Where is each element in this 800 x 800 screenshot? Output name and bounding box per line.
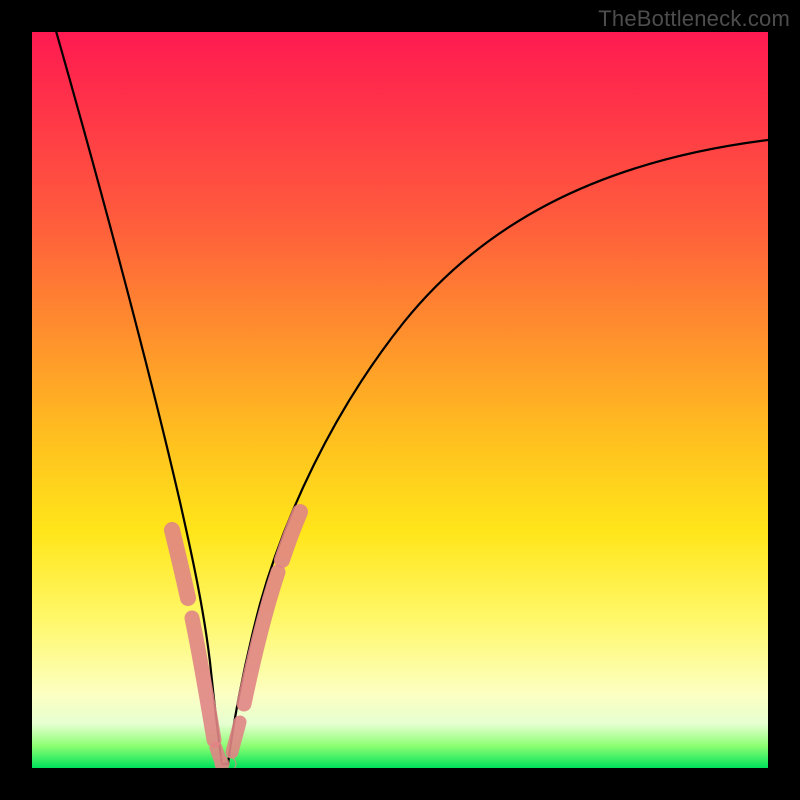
bottleneck-curve <box>54 32 768 764</box>
highlight-seg-right-3 <box>282 512 300 560</box>
highlight-seg-right-1 <box>232 722 240 752</box>
highlight-seg-left-1 <box>172 530 188 598</box>
curve-layer <box>32 32 768 768</box>
highlight-seg-left-3 <box>216 748 222 764</box>
chart-frame: TheBottleneck.com <box>0 0 800 800</box>
plot-area <box>32 32 768 768</box>
highlight-seg-left-2 <box>192 618 214 740</box>
highlight-seg-right-2 <box>244 572 278 704</box>
watermark-text: TheBottleneck.com <box>598 6 790 32</box>
